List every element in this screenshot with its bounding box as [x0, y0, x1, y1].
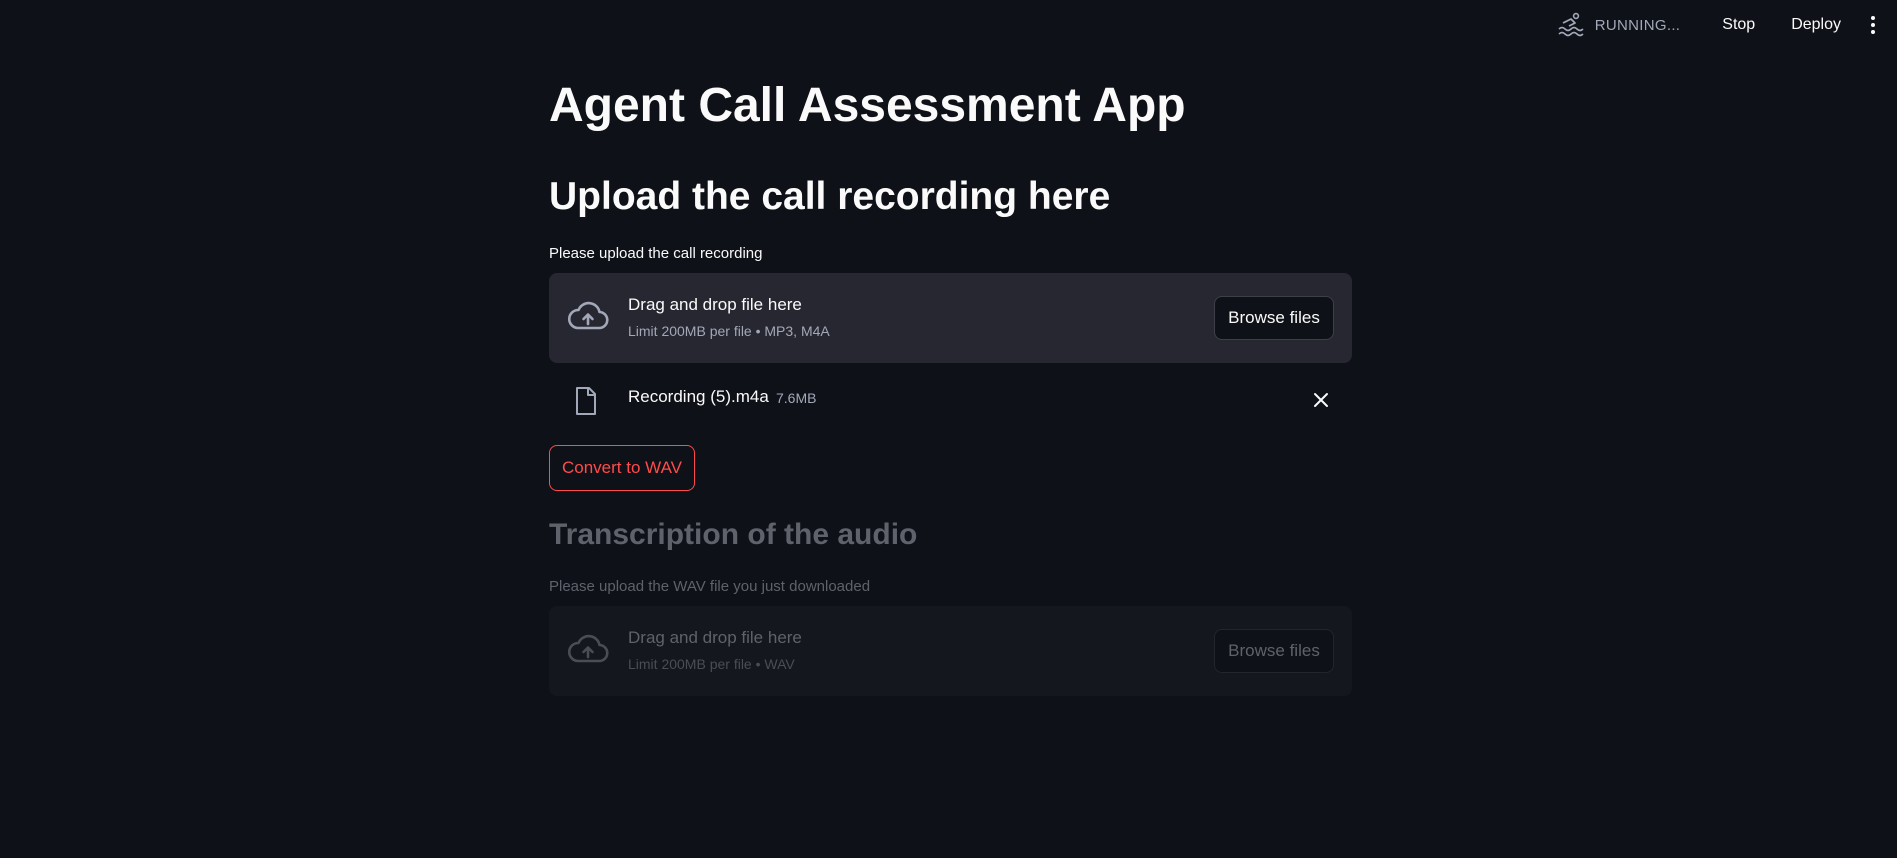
uploaded-file-name: Recording (5).m4a: [628, 387, 769, 406]
dropzone-instructions: Drag and drop file here Limit 200MB per …: [628, 295, 830, 339]
browse-files-button[interactable]: Browse files: [1214, 296, 1334, 340]
close-icon[interactable]: [1312, 391, 1330, 409]
cloud-upload-icon: [567, 301, 609, 330]
upload-label: Please upload the call recording: [549, 245, 763, 262]
file-icon: [576, 387, 596, 415]
dropzone-title: Drag and drop file here: [628, 628, 802, 647]
convert-to-wav-button[interactable]: Convert to WAV: [549, 445, 695, 491]
running-swimmer-icon: [1558, 12, 1584, 37]
page-title: Agent Call Assessment App: [549, 79, 1186, 132]
browse-files-button-disabled[interactable]: Browse files: [1214, 629, 1334, 673]
dropzone-limits: Limit 200MB per file • WAV: [628, 656, 795, 672]
upload-dropzone[interactable]: Drag and drop file here Limit 200MB per …: [549, 273, 1352, 363]
running-status: RUNNING...: [1557, 11, 1681, 39]
upload-section-heading: Upload the call recording here: [549, 175, 1111, 218]
transcription-dropzone[interactable]: Drag and drop file here Limit 200MB per …: [549, 606, 1352, 696]
stop-button[interactable]: Stop: [1710, 10, 1767, 40]
uploaded-file-row: Recording (5).m4a 7.6MB: [549, 380, 1352, 420]
dropzone-title: Drag and drop file here: [628, 295, 802, 314]
top-toolbar: RUNNING... Stop Deploy: [1557, 0, 1897, 50]
dropzone-instructions: Drag and drop file here Limit 200MB per …: [628, 628, 802, 672]
kebab-menu-icon[interactable]: [1863, 13, 1883, 37]
transcription-section-heading: Transcription of the audio: [549, 518, 918, 551]
transcription-upload-label: Please upload the WAV file you just down…: [549, 578, 871, 595]
cloud-upload-icon: [567, 634, 609, 663]
dropzone-limits: Limit 200MB per file • MP3, M4A: [628, 323, 830, 339]
running-status-text: RUNNING...: [1594, 16, 1681, 34]
uploaded-file-size: 7.6MB: [776, 390, 817, 406]
deploy-button[interactable]: Deploy: [1779, 10, 1853, 40]
